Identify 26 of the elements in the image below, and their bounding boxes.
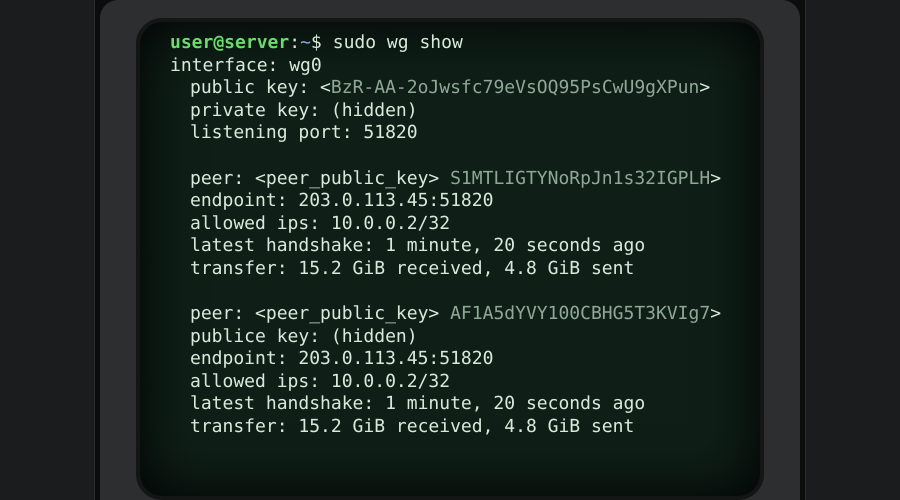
output-line: private key: (hidden) — [190, 100, 418, 122]
blurred-key: BzR-AA-2oJwsfc79eVsOQ95PsCwU9gXPun — [330, 77, 700, 100]
prompt-user: user@server — [170, 32, 290, 54]
blurred-key: AF1A5dYVY100CBHG5T3KVIg7 — [450, 303, 710, 326]
output-line: > — [710, 303, 722, 326]
output-line: interface: wg0 — [170, 54, 322, 77]
output-line: latest handshake: 1 minute, 20 seconds ago — [190, 393, 646, 416]
output-line: allowed ips: 10.0.0.2/32 — [190, 212, 450, 235]
output-line: listening port: 51820 — [190, 122, 418, 144]
output-line: public key: < — [190, 77, 331, 100]
blurred-key: S1MTLIGTYNoRpJn1s32IGPLH — [450, 168, 710, 190]
prompt-symbol: $ — [310, 32, 322, 54]
prompt-path: ~ — [300, 32, 311, 54]
output-line: allowed ips: 10.0.0.2/32 — [190, 370, 450, 393]
output-line: transfer: 15.2 GiB received, 4.8 GiB sent — [190, 258, 634, 280]
prompt-separator: : — [289, 32, 300, 54]
output-line: endpoint: 203.0.113.45:51820 — [190, 348, 494, 370]
output-line: endpoint: 203.0.113.45:51820 — [190, 190, 494, 212]
command-text: sudo wg show — [332, 32, 463, 54]
output-line: peer: <peer_public_key> — [190, 168, 440, 190]
output-line: > — [710, 168, 722, 190]
output-line: peer: <peer_public_key> — [190, 303, 440, 326]
output-line: publice key: (hidden) — [190, 326, 418, 348]
output-line: transfer: 15.2 GiB received, 4.8 GiB sent — [190, 416, 634, 438]
output-line: > — [699, 77, 710, 100]
output-line: latest handshake: 1 minute, 20 seconds ago — [190, 235, 646, 258]
